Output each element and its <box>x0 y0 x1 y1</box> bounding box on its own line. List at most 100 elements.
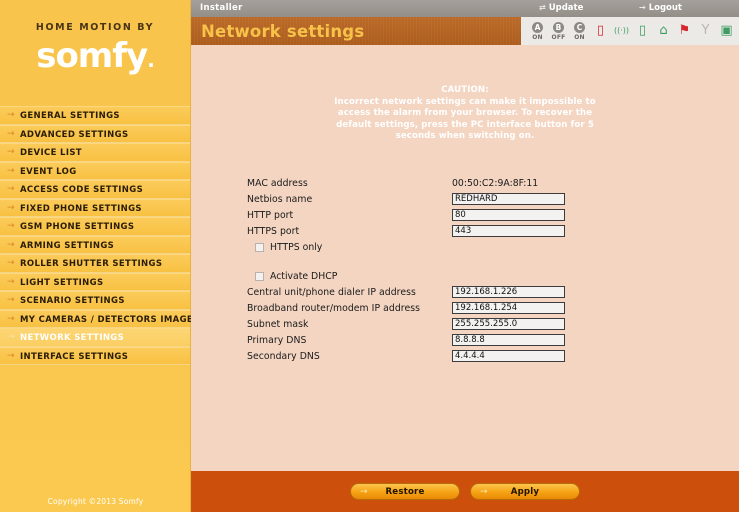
field-row-central-unit-ip: Central unit/phone dialer IP address <box>247 284 667 300</box>
action-bar: → Restore → Apply <box>191 471 739 512</box>
primary-dns-input[interactable] <box>452 334 565 346</box>
sidebar-item-network-settings[interactable]: → Network settings <box>0 328 190 347</box>
arrow-right-icon: → <box>7 350 15 361</box>
arrow-right-icon: → <box>7 184 15 194</box>
sidebar-item-advanced-settings[interactable]: → Advanced settings <box>0 124 190 143</box>
apply-button[interactable]: → Apply <box>470 483 580 500</box>
brand-dot: . <box>147 48 155 72</box>
battery-icon[interactable]: ▯ <box>590 18 611 44</box>
zone-b-indicator[interactable]: B OFF <box>548 18 569 44</box>
sidebar-item-label: Advanced settings <box>20 129 129 140</box>
sidebar-item-light-settings[interactable]: → Light settings <box>0 272 190 291</box>
arrow-right-icon: → <box>7 332 15 342</box>
field-row-secondary-dns: Secondary DNS <box>247 348 667 364</box>
zone-a-indicator-badge: A <box>532 21 543 33</box>
mobile-device-icon[interactable]: ▯ <box>632 18 653 44</box>
arrow-right-icon: → <box>7 147 15 157</box>
field-row-subnet-mask: Subnet mask <box>247 316 667 332</box>
update-link[interactable]: ⇄ Update <box>539 3 583 13</box>
sidebar: HOME MOTION BY somfy. → General settings →… <box>0 0 199 512</box>
radio-signal-icon[interactable]: ((·)) <box>611 18 632 44</box>
zone-c-indicator-state: ON <box>574 33 585 41</box>
netbios-name-input[interactable] <box>452 193 565 205</box>
sidebar-item-roller-shutter-settings[interactable]: → Roller shutter settings <box>0 254 190 273</box>
logout-link[interactable]: → Logout <box>639 3 682 13</box>
http-port-input[interactable] <box>452 209 565 221</box>
activate-dhcp-label: Activate DHCP <box>270 270 338 282</box>
caution-line-4: seconds when switching on. <box>395 131 535 141</box>
arrow-right-icon: → <box>360 486 368 497</box>
page-title-bar: Network settings A ON B OFF C ON ▯ ((·)) ▯ ⌂ ⚑ Y ▣ <box>191 17 739 45</box>
central-unit-ip-label: Central unit/phone dialer IP address <box>247 286 416 298</box>
sidebar-item-access-code-settings[interactable]: → Access code settings <box>0 180 190 199</box>
sidebar-item-arming-settings[interactable]: → Arming settings <box>0 235 190 254</box>
field-row-primary-dns: Primary DNS <box>247 332 667 348</box>
arrow-right-icon: → <box>639 3 646 12</box>
sidebar-item-gsm-phone-settings[interactable]: → GSM phone settings <box>0 217 190 236</box>
sidebar-item-label: Event log <box>20 166 77 177</box>
caution-line-1: Incorrect network settings can make it i… <box>334 96 596 107</box>
network-settings-form: MAC address 00:50:C2:9A:8F:11 Netbios na… <box>247 175 667 364</box>
application-window: HOME MOTION BY somfy. → General settings →… <box>0 0 739 512</box>
sidebar-item-label: General settings <box>20 111 120 121</box>
radio-signal-icon-glyph: ((·)) <box>613 26 630 35</box>
user-role-label: Installer <box>200 3 243 13</box>
https-port-label: HTTPS port <box>247 225 300 237</box>
zone-b-indicator-badge: B <box>553 21 564 33</box>
arrow-right-icon: → <box>7 110 15 120</box>
content-area: CAUTION: Incorrect network settings can … <box>191 45 739 471</box>
mac-address-label: MAC address <box>247 177 308 189</box>
home-icon-glyph: ⌂ <box>659 23 668 38</box>
subnet-mask-input[interactable] <box>452 318 565 330</box>
sidebar-item-event-log[interactable]: → Event log <box>0 161 190 180</box>
status-icon-strip: A ON B OFF C ON ▯ ((·)) ▯ ⌂ ⚑ Y ▣ <box>521 17 739 45</box>
sidebar-item-my-cameras-detectors-images[interactable]: → My cameras / detectors images <box>0 309 199 328</box>
sd-card-icon-glyph: ▣ <box>720 23 733 38</box>
sidebar-item-interface-settings[interactable]: → Interface settings <box>0 346 190 365</box>
primary-dns-label: Primary DNS <box>247 334 307 346</box>
restore-button-label: Restore <box>385 486 425 497</box>
secondary-dns-input[interactable] <box>452 350 565 362</box>
copyright-text: Copyright ©2013 Somfy <box>47 497 144 506</box>
field-row-http-port: HTTP port <box>247 207 667 223</box>
sidebar-item-general-settings[interactable]: → General settings <box>0 106 190 125</box>
antenna-icon[interactable]: Y <box>695 18 716 44</box>
checkbox-row-https-only: HTTPS only <box>247 239 667 255</box>
antenna-icon-glyph: Y <box>701 23 710 38</box>
sidebar-item-fixed-phone-settings[interactable]: → Fixed phone settings <box>0 198 190 217</box>
alarm-flag-icon[interactable]: ⚑ <box>674 18 695 44</box>
sidebar-item-label: Device list <box>20 148 82 158</box>
sd-card-icon[interactable]: ▣ <box>716 18 737 44</box>
sidebar-item-label: Fixed phone settings <box>20 203 142 214</box>
sidebar-item-label: Arming settings <box>20 240 115 251</box>
zone-c-indicator-badge: C <box>574 21 585 33</box>
https-only-checkbox[interactable] <box>255 242 264 252</box>
zone-a-indicator-state: ON <box>532 33 543 41</box>
sidebar-item-scenario-settings[interactable]: → Scenario settings <box>0 291 190 310</box>
zone-a-indicator[interactable]: A ON <box>527 18 548 44</box>
battery-icon-glyph: ▯ <box>596 23 605 38</box>
brand-name-text: somfy <box>36 36 148 76</box>
sidebar-item-label: Access code settings <box>20 185 144 195</box>
arrow-right-icon: → <box>7 221 15 231</box>
https-port-input[interactable] <box>452 225 565 237</box>
arrow-right-icon: → <box>7 276 15 287</box>
home-icon[interactable]: ⌂ <box>653 18 674 44</box>
caution-line-3: default settings, press the PC interface… <box>336 119 594 130</box>
field-row-router-ip: Broadband router/modem IP address <box>247 300 667 316</box>
arrow-right-icon: → <box>7 313 15 324</box>
arrow-right-icon: → <box>7 165 15 176</box>
sidebar-item-device-list[interactable]: → Device list <box>0 143 190 162</box>
subnet-mask-label: Subnet mask <box>247 318 309 330</box>
zone-c-indicator[interactable]: C ON <box>569 18 590 44</box>
http-port-label: HTTP port <box>247 209 294 221</box>
central-unit-ip-input[interactable] <box>452 286 565 298</box>
caution-message: CAUTION: Incorrect network settings can … <box>191 85 739 143</box>
activate-dhcp-checkbox[interactable] <box>255 271 264 281</box>
brand-logo: HOME MOTION BY somfy. <box>0 0 190 100</box>
checkbox-row-activate-dhcp: Activate DHCP <box>247 268 667 284</box>
restore-button[interactable]: → Restore <box>350 483 460 500</box>
router-ip-input[interactable] <box>452 302 565 314</box>
sidebar-item-label: Interface settings <box>20 351 129 362</box>
brand-tagline: HOME MOTION BY <box>35 22 155 33</box>
